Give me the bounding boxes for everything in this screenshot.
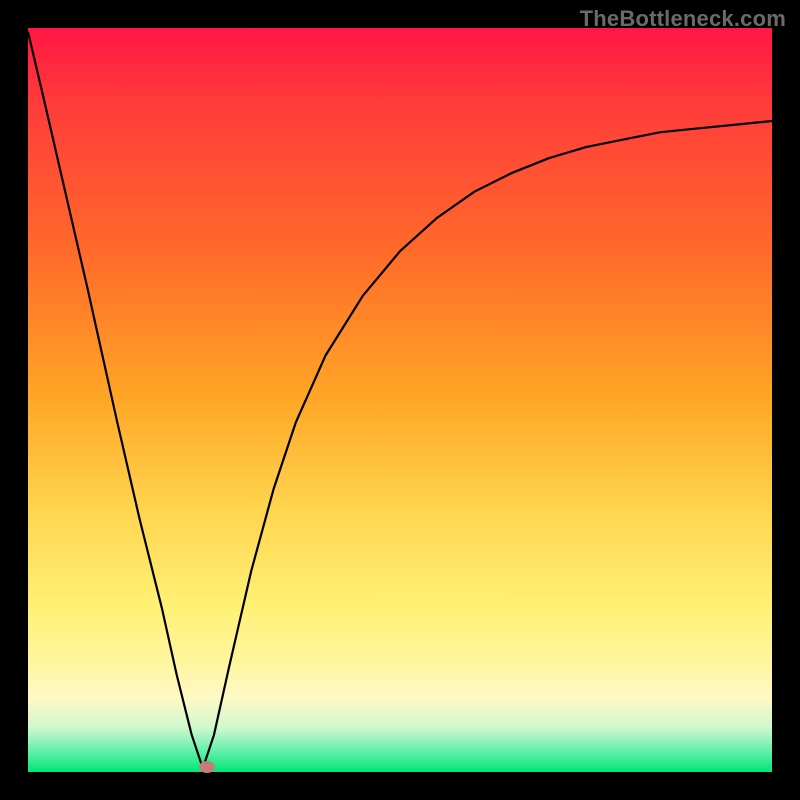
chart-frame: TheBottleneck.com (0, 0, 800, 800)
curve-svg (28, 28, 772, 772)
current-point-marker (199, 761, 215, 773)
plot-area (28, 28, 772, 772)
bottleneck-curve (28, 32, 772, 769)
